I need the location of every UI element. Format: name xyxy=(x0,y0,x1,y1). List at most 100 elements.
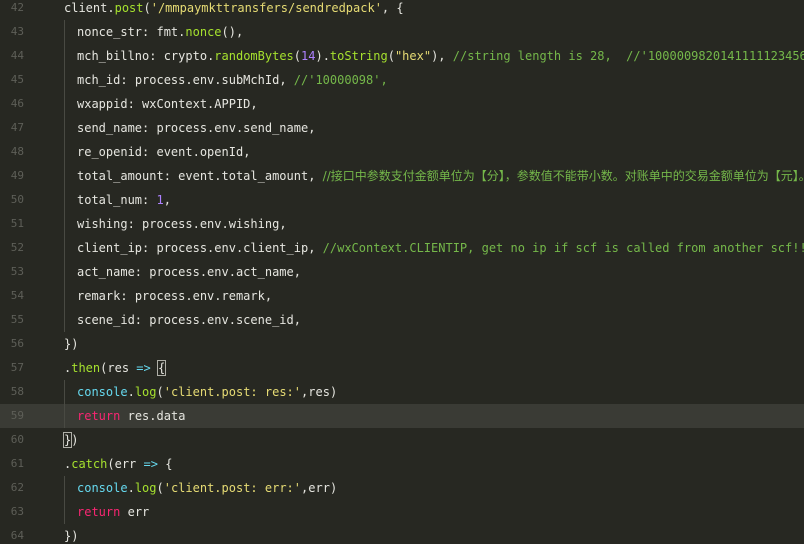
code-editor[interactable]: 42 client.post('/mmpaymkttransfers/sendre… xyxy=(0,0,804,544)
code-token: console xyxy=(77,385,128,399)
code-token: process.env.remark xyxy=(134,289,265,303)
code-text: .catch(err => { xyxy=(64,452,172,476)
code-line[interactable]: 64}) xyxy=(0,524,804,544)
code-line[interactable]: 62 console.log('client.post: err:',err) xyxy=(0,476,804,500)
code-token: : xyxy=(134,313,150,327)
line-number: 43 xyxy=(10,25,24,38)
code-line[interactable]: 57 .then(res => { xyxy=(0,356,804,380)
code-line[interactable]: 55 scene_id: process.env.scene_id, xyxy=(0,308,804,332)
code-token: fmt xyxy=(156,25,179,39)
code-token: then xyxy=(71,361,101,375)
line-number: 54 xyxy=(10,289,24,302)
code-text: nonce_str: fmt.nonce(), xyxy=(77,20,243,44)
code-token: , xyxy=(243,145,251,159)
code-text: console.log('client.post: res:',res) xyxy=(77,380,337,404)
code-token: event.total_amount xyxy=(178,169,309,183)
code-token: : xyxy=(142,193,157,207)
code-token: { xyxy=(156,360,167,376)
code-token: process.env.wishing xyxy=(142,217,280,231)
code-line[interactable]: 59 return res.data xyxy=(0,404,804,428)
code-token: => xyxy=(143,457,158,471)
code-line[interactable]: 51 wishing: process.env.wishing, xyxy=(0,212,804,236)
code-text: client.post('/mmpaymkttransfers/sendredp… xyxy=(64,0,404,20)
code-text: }) xyxy=(64,332,78,356)
code-line[interactable]: 46 wxappid: wxContext.APPID, xyxy=(0,92,804,116)
code-text: console.log('client.post: err:',err) xyxy=(77,476,337,500)
code-token: wxappid xyxy=(77,97,128,111)
code-line[interactable]: 53 act_name: process.env.act_name, xyxy=(0,260,804,284)
code-line[interactable]: 50 total_num: 1, xyxy=(0,188,804,212)
code-token: , xyxy=(293,265,301,279)
code-token: post xyxy=(114,1,144,15)
code-token: return xyxy=(77,409,121,423)
code-text: client_ip: process.env.client_ip, //wxCo… xyxy=(77,236,804,260)
line-number: 49 xyxy=(10,169,24,182)
code-line[interactable]: 52 client_ip: process.env.client_ip, //wx… xyxy=(0,236,804,260)
code-token: , xyxy=(163,193,171,207)
code-token: , xyxy=(308,121,316,135)
code-token: //'10000098', xyxy=(293,73,388,87)
code-token: . xyxy=(107,1,115,15)
code-token: //wxContext.CLIENTIP, get no ip if scf i… xyxy=(322,241,804,255)
code-token: scene_id xyxy=(77,313,135,327)
code-token: ) xyxy=(329,385,338,399)
code-line[interactable]: 58 console.log('client.post: res:',res) xyxy=(0,380,804,404)
code-text: total_num: 1, xyxy=(77,188,171,212)
indent-guide xyxy=(64,476,65,524)
code-token: , xyxy=(308,241,323,255)
line-number: 55 xyxy=(10,313,24,326)
code-text: send_name: process.env.send_name, xyxy=(77,116,315,140)
code-line[interactable]: 47 send_name: process.env.send_name, xyxy=(0,116,804,140)
code-token: : xyxy=(142,145,157,159)
line-number: 63 xyxy=(10,505,24,518)
line-number: 60 xyxy=(10,433,24,446)
code-token: : xyxy=(127,217,143,231)
code-token: res xyxy=(107,361,130,375)
code-token: , xyxy=(250,97,258,111)
code-line[interactable]: 61 .catch(err => { xyxy=(0,452,804,476)
code-line[interactable]: 54 remark: process.env.remark, xyxy=(0,284,804,308)
line-number: 48 xyxy=(10,145,24,158)
code-token: : xyxy=(142,241,157,255)
code-line[interactable]: 44 mch_billno: crypto.randomBytes(14).toS… xyxy=(0,44,804,68)
code-text: mch_id: process.env.subMchId, //'1000009… xyxy=(77,68,388,92)
code-token: data xyxy=(156,409,186,423)
code-token: 1 xyxy=(156,193,164,207)
code-token: , xyxy=(264,289,273,303)
code-token: , xyxy=(279,217,287,231)
code-text: }) xyxy=(64,524,78,544)
code-token: (), xyxy=(221,25,244,39)
code-token: res xyxy=(127,409,150,423)
code-line[interactable]: 60}) xyxy=(0,428,804,452)
code-token: }) xyxy=(64,337,79,351)
code-token: crypto xyxy=(163,49,208,63)
code-token: ). xyxy=(315,49,330,63)
code-text: total_amount: event.total_amount, //接口中参… xyxy=(77,164,804,188)
code-line[interactable]: 56}) xyxy=(0,332,804,356)
code-token: : xyxy=(127,97,143,111)
code-line[interactable]: 63 return err xyxy=(0,500,804,524)
code-token: process.env.subMchId xyxy=(134,73,280,87)
code-token: catch xyxy=(71,457,108,471)
code-text: return err xyxy=(77,500,149,524)
line-number: 42 xyxy=(10,1,24,14)
code-token: return xyxy=(77,505,121,519)
line-number: 51 xyxy=(10,217,24,230)
code-token: console xyxy=(77,481,128,495)
code-line[interactable]: 49 total_amount: event.total_amount, //接口… xyxy=(0,164,804,188)
code-line[interactable]: 48 re_openid: event.openId, xyxy=(0,140,804,164)
code-line[interactable]: 45 mch_id: process.env.subMchId, //'10000… xyxy=(0,68,804,92)
code-token: err xyxy=(127,505,150,519)
code-line[interactable]: 43 nonce_str: fmt.nonce(), xyxy=(0,20,804,44)
code-text: re_openid: event.openId, xyxy=(77,140,250,164)
code-token: re_openid xyxy=(77,145,143,159)
code-token: client xyxy=(64,1,108,15)
code-token: nonce_str xyxy=(77,25,143,39)
code-token: ( xyxy=(293,49,302,63)
code-text: remark: process.env.remark, xyxy=(77,284,272,308)
code-line[interactable]: 42 client.post('/mmpaymkttransfers/sendre… xyxy=(0,0,804,20)
code-token: ) xyxy=(329,481,338,495)
code-token: total_num xyxy=(77,193,143,207)
